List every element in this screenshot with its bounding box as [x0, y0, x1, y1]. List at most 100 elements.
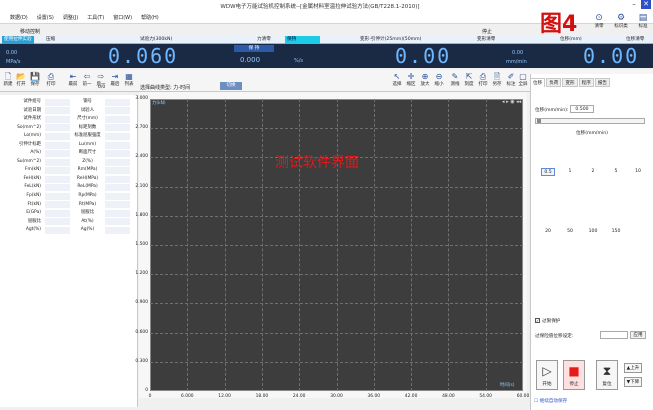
speed-preset-button[interactable]: 1 [563, 168, 577, 176]
menu-help[interactable]: 帮助(H) [141, 14, 159, 21]
stop-button[interactable]: ■ 停止 [563, 360, 585, 390]
menu-adjust[interactable]: 调整(J) [63, 14, 78, 21]
first-button[interactable]: ⇤ 最前 [66, 72, 80, 87]
speed-preset-button[interactable]: 2 [586, 168, 600, 176]
param-value[interactable] [45, 124, 70, 132]
menu-window[interactable]: 窗口(W) [113, 14, 132, 21]
tensile-mode-button[interactable]: 使用拉伸实验 [2, 36, 34, 44]
param-value[interactable] [105, 227, 130, 234]
reset-button[interactable]: ⧗ 复位 [596, 360, 618, 390]
param-value[interactable] [105, 141, 130, 149]
zoom-out-tool[interactable]: ⊖ 缩小 [432, 72, 446, 87]
param-value[interactable] [45, 175, 70, 183]
checkbox-icon[interactable]: ✓ [535, 318, 540, 323]
param-value[interactable] [45, 132, 70, 140]
param-value[interactable] [105, 192, 130, 200]
tab-program[interactable]: 程序 [578, 78, 594, 87]
param-value[interactable] [45, 192, 70, 200]
param-value[interactable] [45, 115, 70, 123]
rescale-tool[interactable]: ⇱ 刻度 [462, 72, 476, 87]
speed-preset-button[interactable]: 0.5 [541, 168, 555, 176]
param-value[interactable] [45, 209, 70, 217]
param-value[interactable] [105, 167, 130, 175]
compress-label[interactable]: 压缩 [46, 36, 55, 44]
disp-zero-button[interactable]: 位移清零 [626, 36, 644, 44]
param-value[interactable] [45, 98, 70, 106]
zero-tool[interactable]: ⊙ 清零 [588, 13, 610, 29]
param-label: 试件组号 [23, 99, 41, 104]
param-value[interactable] [45, 227, 70, 234]
close-icon[interactable]: ✕ [641, 0, 651, 9]
down-button[interactable]: ▼下降 [624, 377, 642, 387]
print-button[interactable]: ⎙ 打印 [44, 72, 58, 87]
speed-preset-button[interactable]: 100 [586, 228, 600, 236]
param-value[interactable] [45, 107, 70, 115]
param-value[interactable] [105, 218, 130, 226]
menu-data[interactable]: 数据(D) [10, 14, 28, 21]
y-tick-label: 2.100 [135, 183, 148, 189]
standard-tool[interactable]: ▤ 标准 [632, 13, 653, 29]
move-control-label[interactable]: 移动控制 [20, 28, 40, 35]
param-value[interactable] [105, 175, 130, 183]
zoom-in-tool[interactable]: ⊕ 放大 [418, 72, 432, 87]
curve-switch-button[interactable]: 切换 [220, 82, 242, 90]
speed-preset-button[interactable]: 10 [631, 168, 645, 176]
speed-input[interactable]: 0.500 [570, 105, 594, 113]
print-plot-tool[interactable]: ⎙ 打印 [476, 72, 490, 87]
curve-type-value[interactable]: 力-时间 [173, 85, 190, 91]
menu-settings[interactable]: 设置(S) [37, 14, 54, 21]
list-button[interactable]: ▦ 列表 [122, 72, 136, 87]
start-button[interactable]: ▷ 开始 [536, 360, 558, 390]
auto-save-checkbox[interactable]: ☐ 继续自动保存 [534, 398, 567, 404]
param-value[interactable] [45, 141, 70, 149]
speed-preset-button[interactable]: 150 [609, 228, 623, 236]
apply-button[interactable]: 应用 [630, 331, 646, 339]
tab-report[interactable]: 报告 [594, 78, 611, 87]
param-value[interactable] [105, 107, 130, 115]
param-row: Fp(kN) Rp(MPa) [0, 192, 137, 201]
tab-deform[interactable]: 变形 [562, 78, 578, 87]
fullscreen-tool[interactable]: ▢ 全屏 [516, 72, 530, 87]
param-value[interactable] [45, 201, 70, 209]
prev-button[interactable]: ⇦ 前一 [80, 72, 94, 87]
select-tool[interactable]: ↖ 选择 [390, 72, 404, 87]
deform-zero-button[interactable]: 变形清零 [477, 36, 495, 44]
param-value[interactable] [105, 158, 130, 166]
tab-displacement[interactable]: 位移 [530, 78, 546, 87]
param-value[interactable] [45, 218, 70, 226]
calibrate-tool[interactable]: ⚙ 标识类 [610, 13, 632, 29]
last-button[interactable]: ⇥ 最后 [108, 72, 122, 87]
limit-protect-checkbox[interactable]: ✓ 过限保护 [535, 318, 560, 324]
param-value[interactable] [45, 167, 70, 175]
menu-tools[interactable]: 工具(T) [87, 14, 104, 21]
param-value[interactable] [45, 150, 70, 158]
max-disp-input[interactable] [600, 331, 628, 339]
zoomin-icon: ⊕ [421, 72, 429, 81]
open-button[interactable]: 📂 打开 [14, 72, 28, 87]
speed-slider-thumb[interactable] [537, 119, 541, 123]
save-button[interactable]: 💾 保存 [28, 72, 42, 87]
v-gridline [261, 99, 263, 391]
minimize-icon[interactable]: – [629, 0, 639, 9]
param-label: 屈服比 [80, 210, 95, 216]
new-button[interactable]: 🗋 新建 [1, 72, 15, 87]
plot-nav-buttons[interactable]: ◂ ▸ ◉ ◂◂ [502, 99, 521, 105]
up-button[interactable]: ▲上升 [624, 363, 642, 373]
measure-tool[interactable]: ✎ 测线 [448, 72, 462, 87]
param-value[interactable] [45, 158, 70, 166]
status-text: 停止 [482, 29, 493, 35]
speed-preset-button[interactable]: 20 [541, 228, 555, 236]
measure-icon: ✎ [451, 72, 459, 81]
param-value[interactable] [105, 132, 130, 140]
force-zero-button[interactable]: 力清零 [257, 36, 271, 44]
speed-slider[interactable] [535, 118, 645, 124]
speed-preset-button[interactable]: 50 [563, 228, 577, 236]
hold-button[interactable]: 保持 [285, 36, 320, 44]
param-value[interactable] [45, 184, 70, 192]
zoom-region-tool[interactable]: ✛ 缩区 [404, 72, 418, 87]
param-value[interactable] [105, 115, 130, 123]
export-tool[interactable]: 🗎 另存 [490, 72, 504, 87]
param-value[interactable] [105, 201, 130, 209]
speed-preset-button[interactable]: 5 [609, 168, 623, 176]
tab-load[interactable]: 负荷 [546, 78, 562, 87]
